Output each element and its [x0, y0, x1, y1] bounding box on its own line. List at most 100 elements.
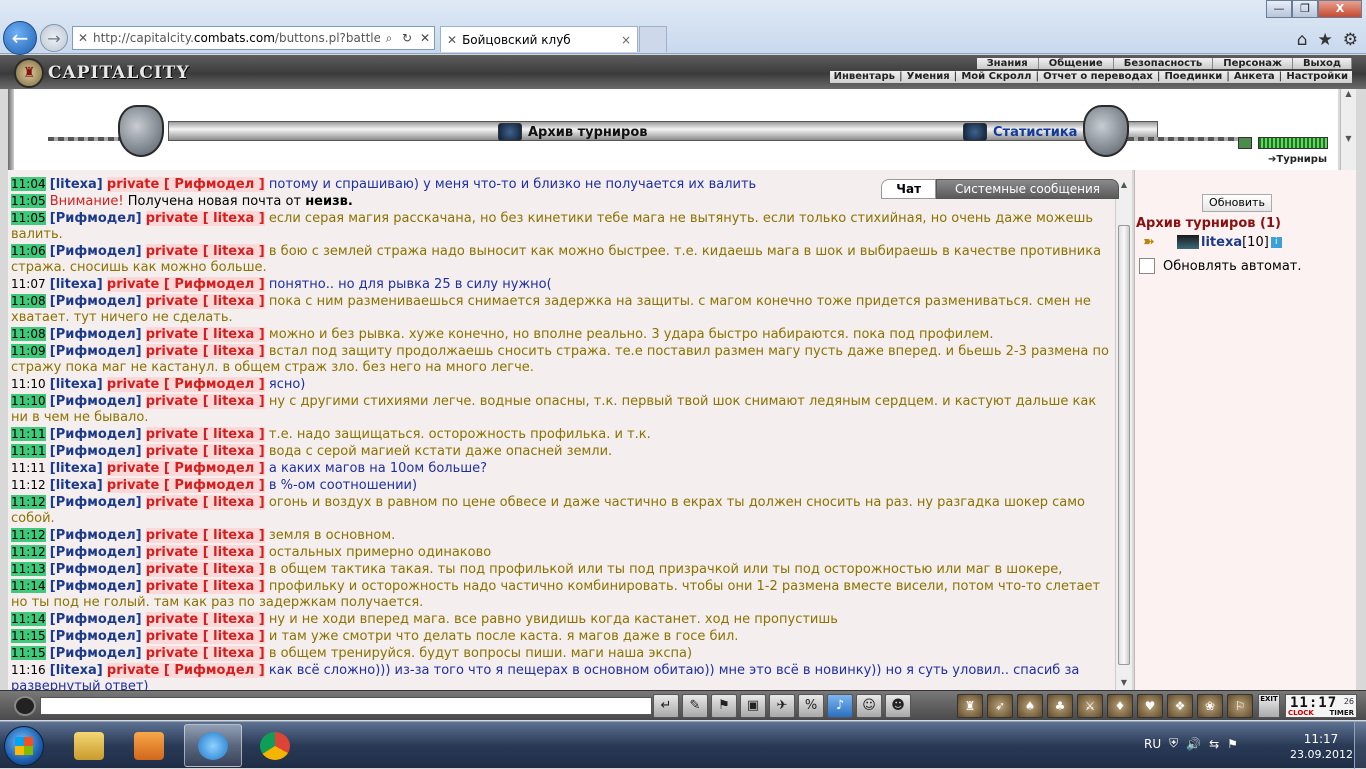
nav-communication[interactable]: Общение [1038, 58, 1114, 69]
maximize-button[interactable]: ❐ [1292, 0, 1318, 18]
site-logo[interactable]: ♜ CAPITALCITY [14, 58, 190, 88]
taskbar-time[interactable]: 11:17 [1290, 731, 1352, 748]
refresh-icon[interactable]: ↻ [398, 31, 416, 45]
invite-arrow-icon[interactable]: ➽ [1143, 234, 1163, 250]
message-recipient[interactable]: litexa [213, 294, 254, 309]
exit-button[interactable]: EXIT [1258, 694, 1280, 718]
message-sender[interactable]: Рифмодел [56, 545, 136, 560]
message-time[interactable]: 11:12 [11, 495, 46, 509]
action-button-2[interactable]: ➶ [987, 694, 1013, 718]
message-sender[interactable]: Рифмодел [56, 394, 136, 409]
action-button-1[interactable]: ♜ [957, 694, 983, 718]
chat-mode-icon[interactable] [14, 696, 36, 716]
clock-widget[interactable]: 11:17 26 CLOCK TIMER [1285, 694, 1357, 718]
new-tab-button[interactable] [639, 26, 667, 52]
nav-exit[interactable]: Выход [1292, 58, 1352, 69]
message-sender[interactable]: litexa [56, 478, 97, 493]
message-sender[interactable]: Рифмодел [56, 211, 136, 226]
message-time[interactable]: 11:05 [11, 194, 46, 208]
tournaments-widget[interactable]: ➔Турниры [1236, 135, 1330, 169]
address-url[interactable]: http://capitalcity.combats.com/buttons.p… [93, 31, 380, 45]
chat-tool-button-8[interactable]: ☺ [856, 694, 882, 718]
nav-knowledge[interactable]: Знания [976, 58, 1039, 69]
action-center-icon[interactable]: ⚑ [1227, 737, 1238, 751]
message-sender[interactable]: litexa [56, 377, 97, 392]
message-time[interactable]: 11:14 [11, 612, 46, 626]
action-button-3[interactable]: ♠ [1017, 694, 1043, 718]
message-time[interactable]: 11:11 [11, 444, 46, 458]
message-recipient[interactable]: litexa [213, 327, 254, 342]
taskbar-chrome[interactable] [246, 724, 304, 767]
close-window-button[interactable]: X [1318, 0, 1362, 18]
tournaments-label[interactable]: ➔Турниры [1268, 154, 1327, 165]
browser-tab-active[interactable]: ✕ Бойцовский клуб × [440, 26, 638, 52]
message-recipient[interactable]: litexa [213, 427, 254, 442]
antivirus-icon[interactable]: ⛨ [1169, 736, 1178, 751]
message-sender[interactable]: litexa [56, 177, 97, 192]
search-icon[interactable]: ⌕ [380, 31, 398, 46]
message-sender[interactable]: Рифмодел [56, 528, 136, 543]
message-recipient[interactable]: litexa [213, 579, 254, 594]
favorites-icon[interactable]: ★ [1318, 30, 1333, 50]
message-time[interactable]: 11:10 [11, 394, 46, 408]
nav-character[interactable]: Персонаж [1213, 58, 1293, 69]
message-sender[interactable]: Рифмодел [56, 612, 136, 627]
chat-tool-button-7[interactable]: ♪ [827, 694, 853, 718]
message-time[interactable]: 11:07 [11, 277, 46, 291]
message-recipient[interactable]: Рифмодел [174, 478, 254, 493]
clock-label[interactable]: CLOCK [1288, 709, 1314, 717]
message-time[interactable]: 11:15 [11, 629, 46, 643]
message-recipient[interactable]: Рифмодел [174, 663, 254, 678]
taskbar-date[interactable]: 23.09.2012 [1290, 748, 1353, 761]
nav-settings[interactable]: Настройки [1282, 71, 1352, 83]
nav-duels[interactable]: Поединки [1160, 71, 1226, 83]
back-button[interactable]: ← [3, 21, 37, 55]
minimize-button[interactable]: — [1266, 0, 1292, 18]
tab-chat[interactable]: Чат [881, 179, 937, 199]
message-recipient[interactable]: litexa [213, 612, 254, 627]
message-sender[interactable]: Рифмодел [56, 244, 136, 259]
message-time[interactable]: 11:08 [11, 294, 46, 308]
action-button-5[interactable]: ⚔ [1077, 694, 1103, 718]
chat-tool-button-2[interactable]: ✎ [682, 694, 708, 718]
message-sender[interactable]: Рифмодел [56, 294, 136, 309]
action-button-8[interactable]: ❖ [1167, 694, 1193, 718]
page-scrollbar[interactable]: ▲ ▼ [1340, 89, 1356, 170]
message-time[interactable]: 11:12 [11, 545, 46, 559]
message-time[interactable]: 11:13 [11, 562, 46, 576]
message-sender[interactable]: Рифмодел [56, 444, 136, 459]
nav-my-scroll[interactable]: Мой Скролл [957, 71, 1035, 83]
message-sender[interactable]: Рифмодел [56, 579, 136, 594]
message-recipient[interactable]: Рифмодел [174, 177, 254, 192]
timer-label[interactable]: TIMER [1329, 709, 1354, 717]
message-sender[interactable]: Рифмодел [56, 562, 136, 577]
message-time[interactable]: 11:12 [11, 478, 46, 492]
action-button-7[interactable]: ♥ [1137, 694, 1163, 718]
statistics-link[interactable]: Статистика [963, 123, 1077, 141]
message-time[interactable]: 11:11 [11, 461, 46, 475]
message-sender[interactable]: Рифмодел [56, 327, 136, 342]
action-button-4[interactable]: ♣ [1047, 694, 1073, 718]
forward-button[interactable]: → [40, 24, 68, 52]
message-time[interactable]: 11:14 [11, 579, 46, 593]
message-time[interactable]: 11:08 [11, 327, 46, 341]
home-icon[interactable]: ⌂ [1297, 30, 1308, 50]
close-tab-icon[interactable]: × [621, 33, 631, 47]
message-sender[interactable]: Рифмодел [56, 646, 136, 661]
message-time[interactable]: 11:09 [11, 344, 46, 358]
message-time[interactable]: 11:11 [11, 427, 46, 441]
message-recipient[interactable]: litexa [213, 211, 254, 226]
message-time[interactable]: 11:16 [11, 663, 46, 677]
tab-system-messages[interactable]: Системные сообщения [936, 179, 1119, 199]
message-sender[interactable]: litexa [56, 277, 97, 292]
action-button-9[interactable]: ❀ [1197, 694, 1223, 718]
message-sender[interactable]: litexa [56, 461, 97, 476]
stop-icon[interactable]: ✕ [416, 31, 434, 45]
message-recipient[interactable]: litexa [213, 344, 254, 359]
chat-tool-button-6[interactable]: % [798, 694, 824, 718]
address-bar[interactable]: ✕ http://capitalcity.combats.com/buttons… [72, 26, 435, 50]
message-recipient[interactable]: litexa [213, 244, 254, 259]
message-time[interactable]: 11:05 [11, 211, 46, 225]
auto-refresh-checkbox[interactable] [1139, 258, 1155, 274]
message-time[interactable]: 11:10 [11, 377, 46, 391]
